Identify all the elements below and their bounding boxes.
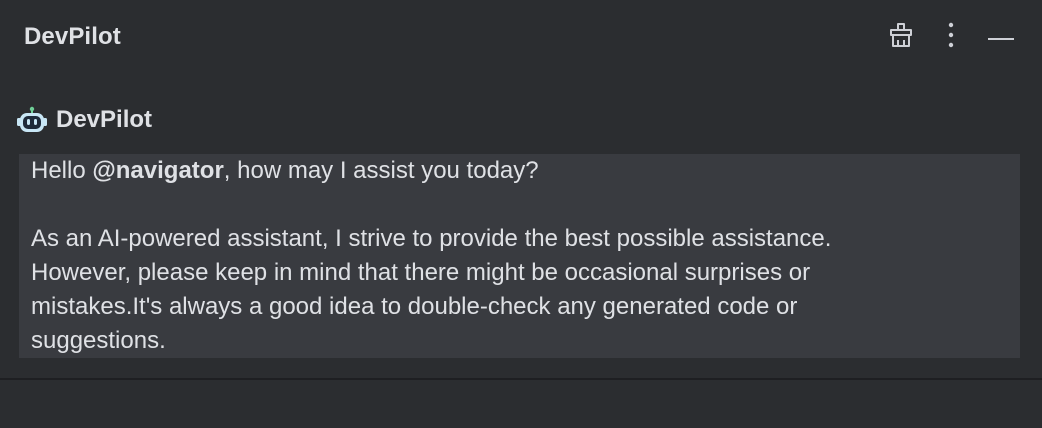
greeting-prefix: Hello (31, 157, 93, 184)
message-line: However, please keep in mind that there … (31, 259, 811, 286)
message-line: mistakes.It's always a good idea to doub… (31, 293, 798, 320)
assistant-message-bubble: Hello @navigator, how may I assist you t… (19, 154, 1020, 358)
clear-chat-button[interactable] (884, 20, 918, 54)
more-options-button[interactable] (934, 20, 968, 54)
header-actions (884, 20, 1018, 54)
sender-name: DevPilot (56, 106, 153, 133)
greeting-line: Hello @navigator, how may I assist you t… (31, 154, 1008, 188)
message-line: suggestions. (31, 327, 166, 354)
chat-messages-area[interactable]: DevPilot Hello @navigator, how may I ass… (0, 76, 1042, 378)
chat-input-area[interactable] (0, 380, 1042, 428)
minimize-icon (988, 28, 1014, 46)
user-mention: @navigator (92, 157, 224, 184)
broom-icon (888, 22, 914, 53)
greeting-suffix: , how may I assist you today? (223, 157, 539, 184)
message-line: As an AI-powered assistant, I strive to … (31, 225, 832, 252)
message-sender-header: DevPilot (16, 104, 152, 136)
more-vertical-icon (947, 22, 955, 53)
tool-window-title: DevPilot (24, 23, 121, 50)
tool-window-header: DevPilot (0, 0, 1042, 76)
minimize-button[interactable] (984, 20, 1018, 54)
robot-icon (16, 104, 48, 136)
